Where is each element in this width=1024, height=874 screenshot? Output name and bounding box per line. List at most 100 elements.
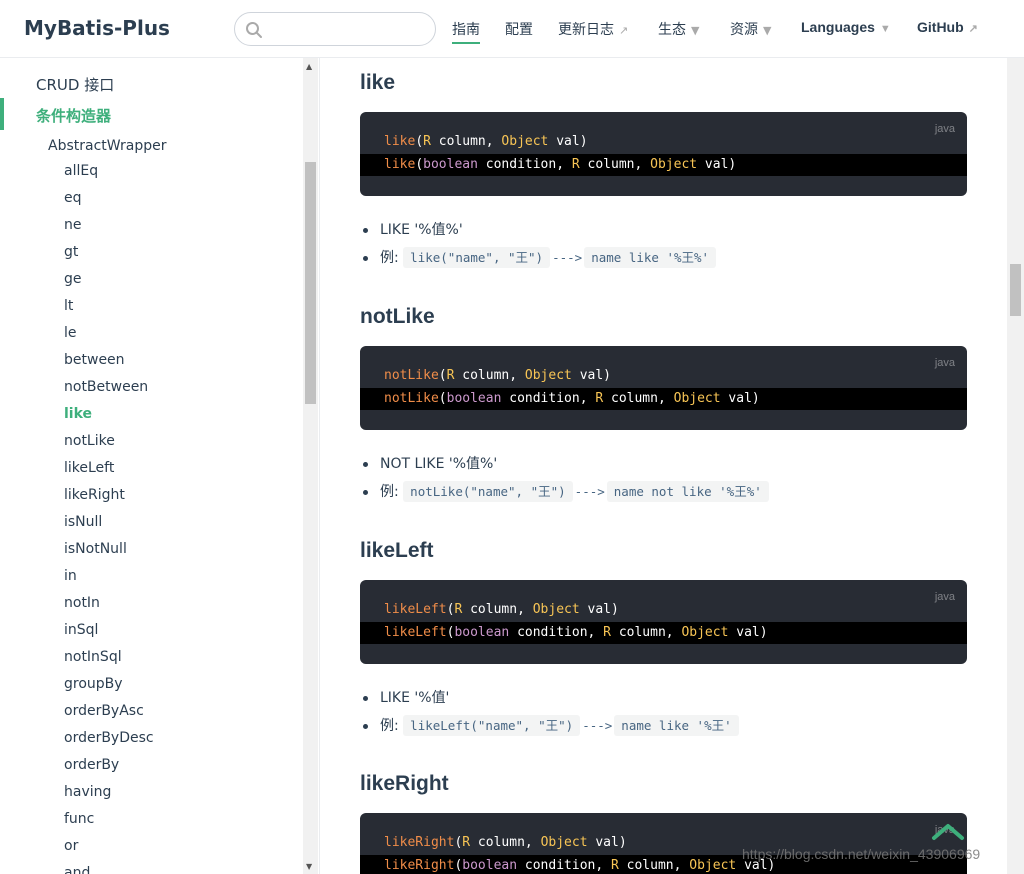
top-navbar: MyBatis-Plus 指南 配置 更新日志 ↗ 生态 ▼ 资源 ▼ Languag… bbox=[0, 0, 1024, 58]
code-text: column, bbox=[618, 858, 690, 873]
nav-resources-label: 资源 bbox=[730, 22, 758, 38]
scroll-up-arrow-icon[interactable]: ▲ bbox=[306, 62, 312, 71]
sidebar-item-eq[interactable]: eq bbox=[64, 185, 154, 212]
code-text: column, bbox=[454, 368, 525, 383]
code-type: Object bbox=[532, 602, 580, 617]
sidebar-item-like[interactable]: like bbox=[64, 401, 154, 428]
site-logo[interactable]: MyBatis-Plus bbox=[24, 16, 170, 40]
code-text: val) bbox=[571, 368, 612, 383]
code-text: val) bbox=[579, 602, 619, 617]
sidebar-item-or[interactable]: or bbox=[64, 833, 154, 860]
bullet-list: LIKE '%值' 例: likeLeft("name", "王") ---> nam… bbox=[360, 684, 967, 740]
sidebar-group-wrapper[interactable]: 条件构造器 bbox=[0, 98, 300, 130]
code-fn: likeLeft bbox=[384, 625, 447, 640]
sidebar-item-notin[interactable]: notIn bbox=[64, 590, 154, 617]
sidebar-item-func[interactable]: func bbox=[64, 806, 154, 833]
sidebar-group-crud[interactable]: CRUD 接口 bbox=[36, 74, 114, 95]
code-text: column, bbox=[430, 134, 502, 149]
external-link-icon: ↗ bbox=[968, 23, 978, 35]
sidebar-item-having[interactable]: having bbox=[64, 779, 154, 806]
nav-config[interactable]: 配置 bbox=[505, 19, 533, 39]
search-box[interactable] bbox=[234, 12, 436, 46]
code-text: column, bbox=[462, 602, 533, 617]
code-text: val) bbox=[548, 134, 588, 149]
code-text: ( bbox=[438, 391, 447, 406]
search-input[interactable] bbox=[269, 19, 429, 39]
code-text: column, bbox=[611, 625, 682, 640]
code-fn: likeRight bbox=[384, 835, 455, 850]
nav-ecosystem[interactable]: 生态 ▼ bbox=[658, 19, 699, 39]
code-line: likeRight(R column, Object val) bbox=[384, 835, 627, 850]
sidebar-item-le[interactable]: le bbox=[64, 320, 154, 347]
code-type: Object bbox=[524, 368, 572, 383]
code-line-highlighted: notLike(boolean condition, R column, Obj… bbox=[360, 388, 967, 410]
sidebar-item-likeright[interactable]: likeRight bbox=[64, 482, 154, 509]
bullet-example: 例: notLike("name", "王") ---> name not like… bbox=[360, 478, 967, 506]
example-prefix: 例: bbox=[380, 250, 404, 266]
sidebar-scroll-thumb[interactable] bbox=[305, 162, 316, 404]
example-result: name not like '%王%' bbox=[606, 481, 769, 502]
nav-resources[interactable]: 资源 ▼ bbox=[730, 19, 771, 39]
nav-changelog[interactable]: 更新日志 ↗ bbox=[558, 19, 628, 39]
nav-languages[interactable]: Languages ▼ bbox=[801, 19, 891, 35]
sidebar-item-notinsql[interactable]: notInSql bbox=[64, 644, 154, 671]
section-heading: like bbox=[360, 71, 396, 94]
sidebar: CRUD 接口 条件构造器 AbstractWrapper allEq eq ne g… bbox=[0, 58, 320, 874]
code-fn: like bbox=[384, 134, 416, 149]
code-fn: notLike bbox=[384, 368, 439, 383]
page-scrollbar[interactable] bbox=[1007, 58, 1024, 874]
code-block: java like(R column, Object val) like(boole… bbox=[360, 112, 967, 196]
sidebar-item-likeleft[interactable]: likeLeft bbox=[64, 455, 154, 482]
sidebar-item-isnotnull[interactable]: isNotNull bbox=[64, 536, 154, 563]
bullet-example: 例: like("name", "王") ---> name like '%王%' bbox=[360, 244, 967, 272]
nav-github[interactable]: GitHub ↗ bbox=[917, 19, 978, 35]
sidebar-scrollbar[interactable]: ▲ ▼ bbox=[303, 58, 318, 874]
watermark: https://blog.csdn.net/weixin_43906969 bbox=[742, 846, 981, 862]
sidebar-item-orderbyasc[interactable]: orderByAsc bbox=[64, 698, 154, 725]
section-heading: likeLeft bbox=[360, 539, 434, 562]
bullet-description: NOT LIKE '%值%' bbox=[360, 450, 967, 478]
sidebar-item-between[interactable]: between bbox=[64, 347, 154, 374]
scroll-down-arrow-icon[interactable]: ▼ bbox=[306, 862, 312, 871]
nav-guide-label: 指南 bbox=[452, 22, 480, 38]
code-keyword: boolean bbox=[423, 157, 478, 172]
back-to-top-icon[interactable] bbox=[930, 816, 966, 844]
code-type: Object bbox=[501, 134, 549, 149]
sidebar-item-notlike[interactable]: notLike bbox=[64, 428, 154, 455]
code-text: column, bbox=[470, 835, 541, 850]
sidebar-item-alleq[interactable]: allEq bbox=[64, 158, 154, 185]
code-text: condition, bbox=[477, 157, 572, 172]
nav-guide[interactable]: 指南 bbox=[452, 19, 480, 44]
sidebar-item-orderbydesc[interactable]: orderByDesc bbox=[64, 725, 154, 752]
sidebar-subgroup-abstractwrapper[interactable]: AbstractWrapper bbox=[48, 138, 166, 154]
sidebar-item-notbetween[interactable]: notBetween bbox=[64, 374, 154, 401]
sidebar-item-ne[interactable]: ne bbox=[64, 212, 154, 239]
bullet-description: LIKE '%值' bbox=[360, 684, 967, 712]
sidebar-item-ge[interactable]: ge bbox=[64, 266, 154, 293]
code-block: java notLike(R column, Object val) notLike… bbox=[360, 346, 967, 430]
sidebar-item-lt[interactable]: lt bbox=[64, 293, 154, 320]
code-type: R bbox=[462, 835, 471, 850]
code-fn: like bbox=[384, 157, 416, 172]
sidebar-item-insql[interactable]: inSql bbox=[64, 617, 154, 644]
section-heading: likeRight bbox=[360, 772, 449, 795]
sidebar-item-and[interactable]: and bbox=[64, 860, 154, 874]
code-fn: likeLeft bbox=[384, 602, 447, 617]
code-keyword: boolean bbox=[454, 625, 510, 640]
sidebar-item-in[interactable]: in bbox=[64, 563, 154, 590]
example-result: name like '%王' bbox=[614, 715, 739, 736]
sidebar-item-isnull[interactable]: isNull bbox=[64, 509, 154, 536]
sidebar-item-orderby[interactable]: orderBy bbox=[64, 752, 154, 779]
sidebar-group-wrapper-label: 条件构造器 bbox=[36, 107, 112, 125]
page-scroll-thumb[interactable] bbox=[1010, 264, 1021, 316]
section-notlike: notLike java notLike(R column, Object val)… bbox=[360, 305, 967, 506]
sidebar-item-groupby[interactable]: groupBy bbox=[64, 671, 154, 698]
example-arrow: ---> bbox=[574, 484, 605, 499]
code-type: R bbox=[595, 391, 604, 406]
sidebar-item-gt[interactable]: gt bbox=[64, 239, 154, 266]
example-code: likeLeft("name", "王") bbox=[403, 715, 581, 736]
bullet-list: LIKE '%值%' 例: like("name", "王") ---> name l… bbox=[360, 216, 967, 272]
nav-ecosystem-label: 生态 bbox=[658, 22, 686, 38]
code-fn: notLike bbox=[384, 391, 439, 406]
code-text: condition, bbox=[501, 391, 596, 406]
